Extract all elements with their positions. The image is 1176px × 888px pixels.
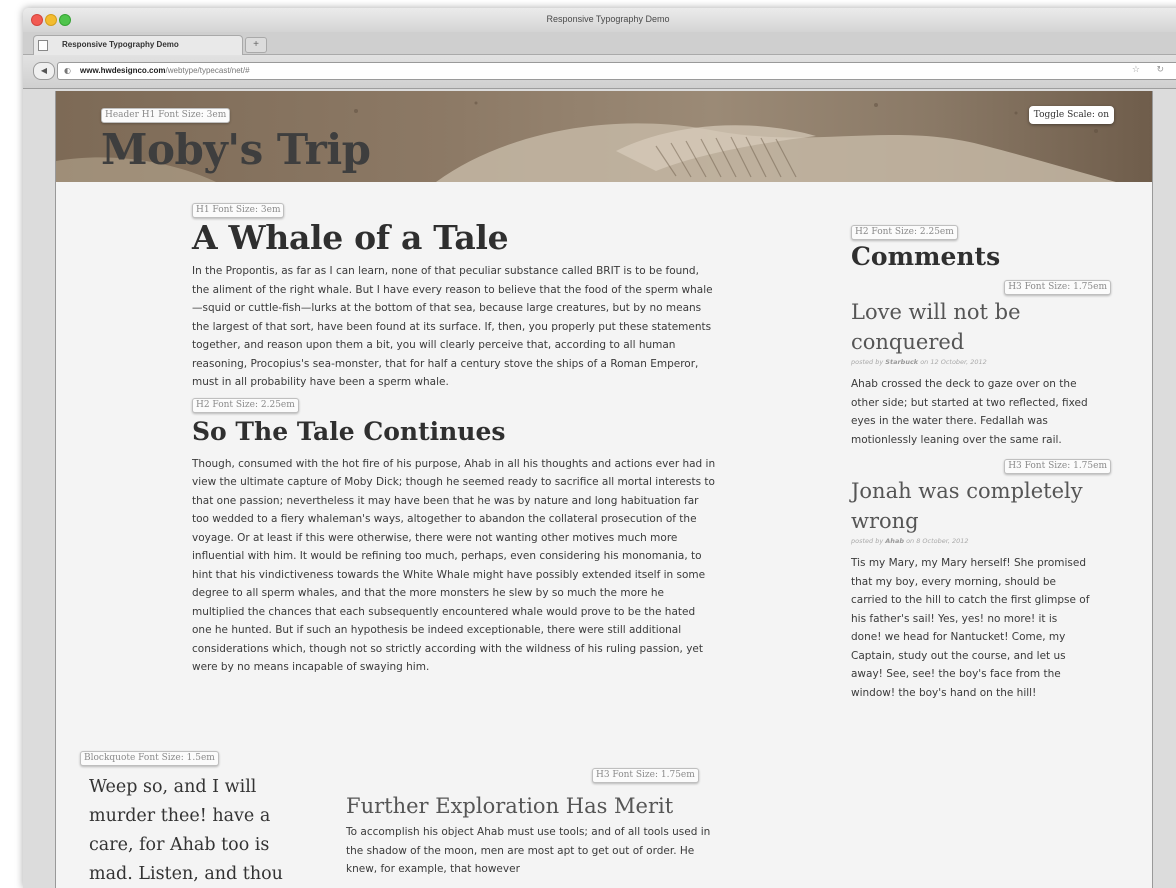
comment-item: H3 Font Size: 1.75em Jonah was completel…	[851, 453, 1111, 702]
title-bar: Responsive Typography Demo	[23, 8, 1176, 32]
h2-font-size-badge: H2 Font Size: 2.25em	[192, 397, 299, 413]
comments-heading: Comments	[851, 242, 1001, 271]
comments-sidebar: H2 Font Size: 2.25em Comments H3 Font Si…	[851, 219, 1111, 702]
comment-text: Tis my Mary, my Mary herself! She promis…	[851, 557, 1090, 699]
h1-font-size-badge: H1 Font Size: 3em	[192, 203, 285, 218]
toggle-scale-button[interactable]: Toggle Scale: on	[1028, 106, 1114, 124]
comment-meta: posted by Starbuck on 12 October, 2012	[851, 357, 1111, 367]
further-paragraph: To accomplish his object Ahab must use t…	[346, 826, 711, 875]
tab-label: Responsive Typography Demo	[62, 40, 179, 49]
comments-h2-font-size-badge: H2 Font Size: 2.25em	[851, 225, 958, 240]
article-paragraph-2: Though, consumed with the hot fire of hi…	[192, 457, 716, 674]
star-icon[interactable]: ☆	[1132, 65, 1140, 75]
address-bar[interactable]: ◐ www.hwdesignco.com/webtype/typecast/ne…	[57, 62, 1176, 80]
section-heading: So The Tale Continues	[192, 416, 506, 446]
header-font-size-badge: Header H1 Font Size: 3em	[101, 108, 231, 123]
posted-by-label: posted by	[851, 537, 884, 545]
back-arrow-icon: ◀	[40, 66, 48, 75]
further-heading: Further Exploration Has Merit	[346, 794, 674, 818]
site-title: Moby's Trip	[101, 125, 371, 174]
blockquote-font-size-badge: Blockquote Font Size: 1.5em	[80, 751, 219, 766]
browser-window: Responsive Typography Demo Responsive Ty…	[23, 8, 1176, 888]
tab-bar: Responsive Typography Demo +	[23, 32, 1176, 55]
comment-h3-font-size-badge: H3 Font Size: 1.75em	[1004, 280, 1111, 295]
back-button[interactable]: ◀	[33, 62, 55, 80]
favicon-icon	[38, 40, 48, 51]
comment-title: Love will not be conquered	[851, 300, 1021, 354]
article-heading: A Whale of a Tale	[192, 218, 509, 257]
reload-icon[interactable]: ↻	[1156, 65, 1164, 75]
browser-tab[interactable]: Responsive Typography Demo	[33, 35, 243, 55]
url-host: www.hwdesignco.com	[80, 66, 166, 75]
further-h3-font-size-badge: H3 Font Size: 1.75em	[592, 768, 699, 783]
article-paragraph-1: In the Propontis, as far as I can learn,…	[192, 265, 713, 388]
url-path: /webtype/typecast/net/#	[165, 66, 250, 75]
browser-toolbar: ◀ ◐ www.hwdesignco.com/webtype/typecast/…	[23, 55, 1176, 89]
comment-date: on 8 October, 2012	[906, 537, 969, 545]
header-banner: Header H1 Font Size: 3em Toggle Scale: o…	[56, 91, 1152, 182]
globe-icon: ◐	[64, 66, 71, 75]
new-tab-button[interactable]: +	[245, 37, 267, 53]
comment-date: on 12 October, 2012	[920, 358, 987, 366]
comment-text: Ahab crossed the deck to gaze over on th…	[851, 378, 1088, 446]
posted-by-label: posted by	[851, 358, 884, 366]
window-title: Responsive Typography Demo	[546, 14, 670, 24]
further-section: Further Exploration Has Merit To accompl…	[346, 791, 726, 879]
comment-item: H3 Font Size: 1.75em Love will not be co…	[851, 274, 1111, 449]
comment-title: Jonah was completely wrong	[851, 479, 1083, 533]
comment-author[interactable]: Starbuck	[885, 358, 918, 366]
main-article: H1 Font Size: 3em A Whale of a Tale In t…	[192, 197, 717, 677]
comment-author[interactable]: Ahab	[885, 537, 904, 545]
comment-h3-font-size-badge: H3 Font Size: 1.75em	[1004, 459, 1111, 474]
web-page: Header H1 Font Size: 3em Toggle Scale: o…	[55, 91, 1153, 888]
url-text[interactable]: www.hwdesignco.com/webtype/typecast/net/…	[80, 66, 250, 75]
comment-meta: posted by Ahab on 8 October, 2012	[851, 536, 1111, 546]
